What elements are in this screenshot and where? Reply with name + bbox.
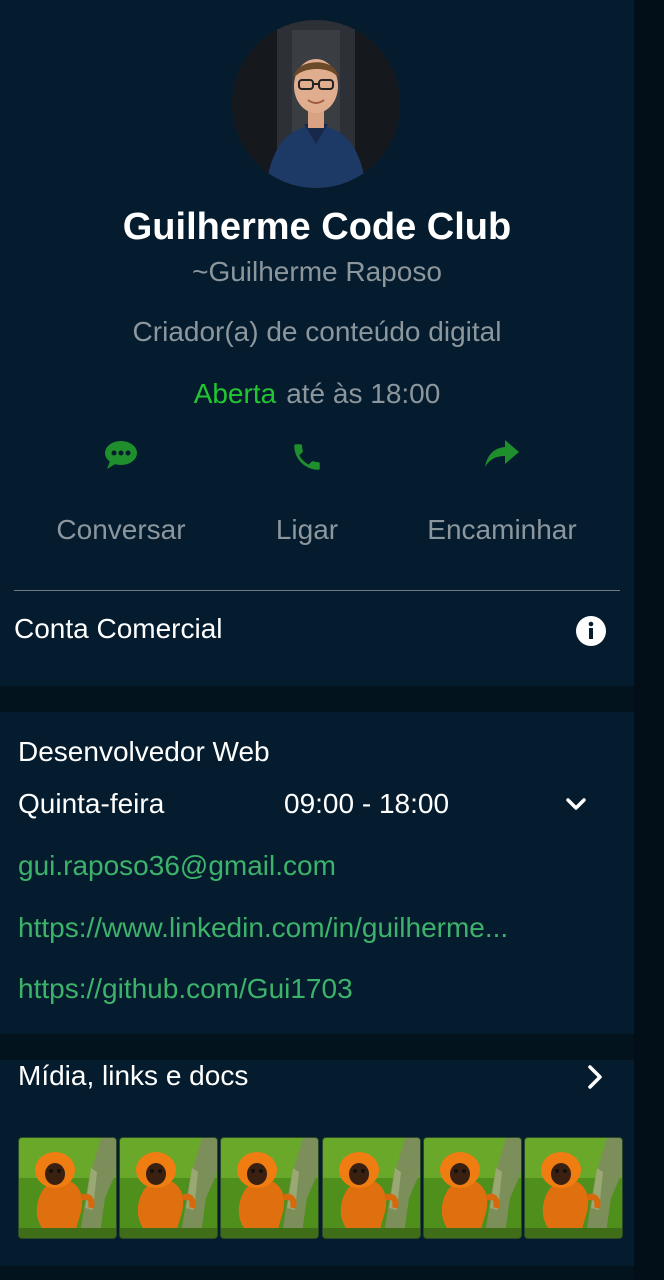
scroll-edge: [634, 0, 664, 1280]
chevron-down-icon[interactable]: [562, 794, 590, 816]
media-title[interactable]: Mídia, links e docs: [18, 1060, 248, 1092]
call-button[interactable]: Ligar: [207, 440, 407, 546]
forward-button-label: Encaminhar: [427, 514, 577, 545]
call-button-label: Ligar: [275, 514, 339, 545]
media-thumbnail[interactable]: [321, 1137, 421, 1239]
media-thumbnail[interactable]: [119, 1137, 219, 1239]
chevron-right-icon[interactable]: [582, 1062, 608, 1092]
status-open: Aberta: [193, 378, 277, 409]
linkedin-link[interactable]: https://www.linkedin.com/in/guilherme...: [18, 912, 508, 944]
profile-card: Guilherme Code Club ~Guilherme Raposo Cr…: [0, 0, 634, 686]
chat-button[interactable]: Conversar: [21, 440, 221, 546]
media-thumbnail[interactable]: [18, 1137, 117, 1239]
profile-name: Guilherme Code Club: [122, 206, 512, 248]
phone-icon: [294, 444, 320, 470]
business-category: Criador(a) de conteúdo digital: [132, 316, 502, 347]
media-thumbnail[interactable]: [422, 1137, 522, 1239]
github-link[interactable]: https://github.com/Gui1703: [18, 973, 353, 1005]
chat-icon: [105, 441, 137, 469]
media-thumbnail[interactable]: [220, 1137, 320, 1239]
media-section: Mídia, links e docs: [0, 1060, 634, 1266]
hours-day: Quinta-feira: [18, 788, 165, 819]
email-link[interactable]: gui.raposo36@gmail.com: [18, 850, 336, 882]
hours-range: 09:00 - 18:00: [284, 788, 450, 819]
business-details: Desenvolvedor Web Quinta-feira 09:00 - 1…: [0, 712, 634, 1034]
forward-button[interactable]: Encaminhar: [402, 440, 602, 546]
info-icon[interactable]: [576, 616, 606, 646]
business-account-label: Conta Comercial: [14, 613, 223, 644]
status-until: até às 18:00: [286, 378, 441, 409]
divider: [14, 590, 620, 591]
business-description: Desenvolvedor Web: [18, 736, 270, 767]
contact-info-screen: Guilherme Code Club ~Guilherme Raposo Cr…: [0, 0, 664, 1280]
share-icon: [485, 440, 519, 467]
profile-push-name: ~Guilherme Raposo: [192, 256, 442, 287]
media-thumbnail[interactable]: [524, 1137, 623, 1239]
profile-avatar[interactable]: [232, 20, 400, 188]
business-hours-status: Aberta até às 18:00: [0, 378, 634, 410]
chat-button-label: Conversar: [56, 514, 186, 545]
